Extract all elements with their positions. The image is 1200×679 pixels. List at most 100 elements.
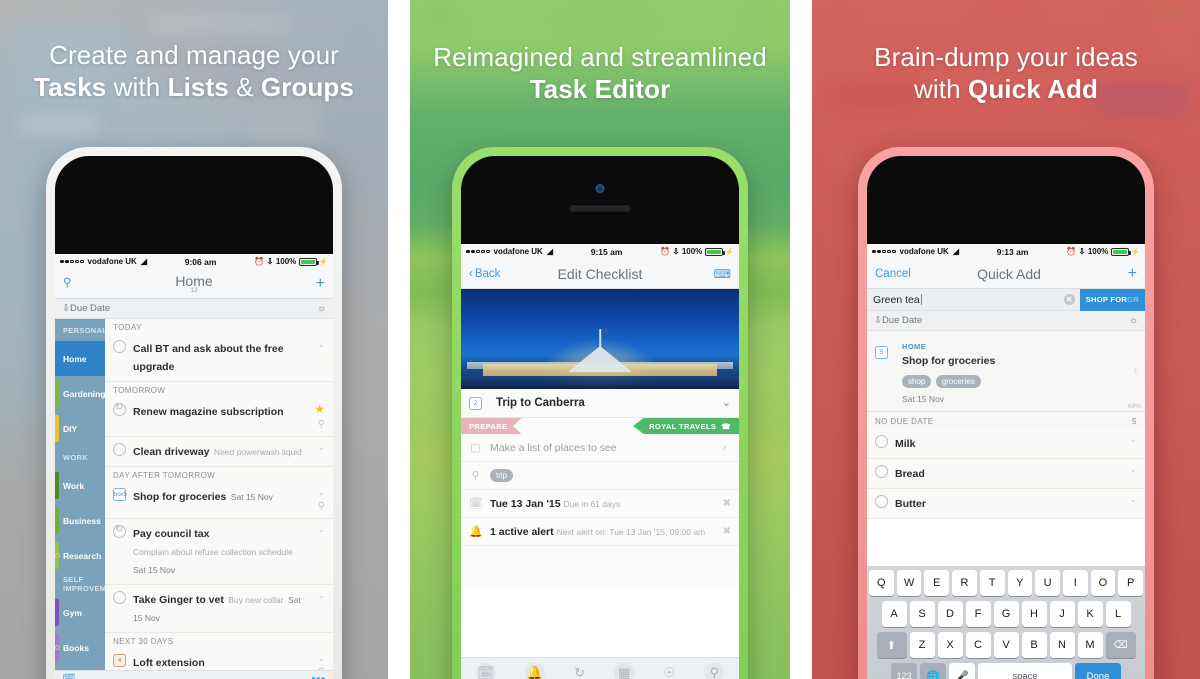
sidebar-item-diy[interactable]: DIY	[55, 411, 105, 446]
table-row[interactable]: Take Ginger to vet Buy new collar Sat 15…	[105, 585, 333, 633]
chevron-right-icon[interactable]: ›	[718, 442, 731, 454]
globe-icon[interactable]: 🌐	[920, 663, 946, 679]
key-r[interactable]: R	[952, 570, 977, 596]
key-a[interactable]: A	[881, 601, 907, 627]
quick-add-input[interactable]: Green tea	[873, 293, 1064, 306]
status-badge-prepare[interactable]: PREPARE	[461, 418, 522, 434]
tag-pill[interactable]: groceries	[935, 374, 981, 388]
list-item-notes[interactable]: ▢ Make a list of places to see ›	[461, 434, 739, 462]
sort-bar[interactable]: ⇩Due Date ☼	[867, 311, 1145, 331]
key-v[interactable]: V	[993, 632, 1019, 658]
clear-icon[interactable]: ✖	[723, 526, 731, 537]
location-icon[interactable]: ☉	[663, 665, 675, 679]
status-badge-royal-travels[interactable]: ROYAL TRAVELS ☎	[633, 418, 739, 434]
checkbox-calendar-icon[interactable]: 4	[113, 654, 126, 667]
lists-sidebar[interactable]: PERSONAL Home Gardening DIY WORK Work Bu…	[55, 319, 122, 679]
clear-icon[interactable]: ✖	[1063, 294, 1075, 305]
tag-pill[interactable]: shop	[902, 374, 932, 388]
checkbox-calendar-icon[interactable]: 2	[469, 397, 482, 410]
checkbox-circle-icon[interactable]	[113, 340, 126, 353]
key-w[interactable]: W	[896, 570, 922, 596]
key-u[interactable]: U	[1035, 570, 1060, 596]
key-q[interactable]: Q	[868, 570, 894, 596]
checkbox-calendar-icon[interactable]: box5	[113, 488, 127, 501]
repeat-icon[interactable]: ↻	[574, 665, 585, 679]
key-g[interactable]: G	[993, 601, 1019, 627]
plus-icon[interactable]: +	[1091, 265, 1137, 282]
key-s[interactable]: S	[909, 601, 935, 627]
phone-icon[interactable]: ☎	[721, 422, 731, 431]
keyboard-icon[interactable]: ⌨	[685, 267, 731, 281]
plus-icon[interactable]: +	[279, 275, 325, 292]
quick-add-field-row[interactable]: Green tea ✖ SHOP FOR GR	[867, 288, 1145, 311]
chevron-down-icon[interactable]: ⌄	[1129, 464, 1137, 474]
brightness-icon[interactable]: ☼	[1129, 315, 1138, 326]
space-key[interactable]: space	[978, 663, 1072, 679]
onscreen-keyboard[interactable]: Q W E R T Y U I O P A S D F G H J K L ⬆ …	[867, 561, 1145, 679]
checkbox-circle-icon[interactable]	[875, 434, 888, 448]
chevron-down-icon[interactable]: ⌄	[317, 524, 325, 534]
checkbox-circle-icon[interactable]	[113, 443, 126, 456]
table-row[interactable]: Butter ⌄	[867, 488, 1145, 519]
key-z[interactable]: Z	[909, 632, 935, 658]
calendar-icon[interactable]: 🗓	[475, 662, 496, 679]
microphone-icon[interactable]: 🎤	[949, 663, 975, 679]
sidebar-item-home[interactable]: Home	[55, 341, 105, 376]
key-m[interactable]: M	[1077, 632, 1103, 658]
done-key[interactable]: Done	[1075, 663, 1121, 679]
table-row[interactable]: Clean driveway Need powerwash liquid ⌄	[105, 437, 333, 467]
chevron-down-icon[interactable]: ⌄	[317, 590, 325, 600]
calendar-icon[interactable]: 🗓	[62, 673, 76, 679]
table-row[interactable]: box5 Shop for groceries Sat 15 Nov ⌄ ⚲	[105, 482, 333, 519]
key-y[interactable]: Y	[1007, 570, 1033, 596]
key-d[interactable]: D	[937, 601, 963, 627]
checkbox-circle-icon[interactable]	[113, 591, 126, 604]
chevron-down-icon[interactable]: ⌄	[317, 653, 325, 663]
backspace-icon[interactable]: ⌫	[1105, 632, 1136, 658]
checkbox-circle-icon[interactable]	[875, 464, 888, 478]
checkbox-repeat-icon[interactable]	[113, 524, 126, 538]
key-c[interactable]: C	[965, 632, 991, 658]
key-p[interactable]: P	[1118, 570, 1144, 596]
sidebar-item-business[interactable]: Business	[55, 503, 105, 538]
table-row[interactable]: Renew magazine subscription ★ ⚲	[105, 397, 333, 437]
matched-task-card[interactable]: 5 HOME Shop for groceries shop groceries…	[867, 331, 1145, 412]
key-t[interactable]: T	[979, 570, 1005, 596]
brightness-icon[interactable]: ☼	[317, 303, 326, 314]
attachment-icon[interactable]: ⚲	[704, 662, 725, 679]
list-item-alert[interactable]: 🔔 1 active alert Next alert on: Tue 13 J…	[461, 518, 739, 546]
back-button[interactable]: ‹ Back	[469, 268, 515, 280]
key-x[interactable]: X	[937, 632, 963, 658]
clear-icon[interactable]: ✖	[723, 498, 731, 509]
key-i[interactable]: I	[1062, 570, 1088, 596]
key-k[interactable]: K	[1077, 601, 1103, 627]
tag-pill[interactable]: trip	[490, 469, 514, 482]
sidebar-item-research[interactable]: Research	[55, 538, 105, 573]
checkbox-calendar-icon[interactable]: 5	[875, 346, 888, 359]
key-b[interactable]: B	[1021, 632, 1047, 658]
sort-bar[interactable]: ⇩Due Date ☼	[55, 299, 333, 319]
sidebar-item-books[interactable]: Books	[55, 630, 105, 665]
chevron-down-icon[interactable]: ⌄	[317, 487, 325, 497]
shift-icon[interactable]: ⬆	[876, 632, 907, 658]
more-dots-icon[interactable]: •••	[311, 673, 326, 679]
list-item-tags[interactable]: ⚲ trip	[461, 462, 739, 490]
list-item-due-date[interactable]: 🗓 Tue 13 Jan '15 Due in 61 days ✖	[461, 490, 739, 518]
key-o[interactable]: O	[1090, 570, 1116, 596]
task-list[interactable]: TODAY Call BT and ask about the free upg…	[105, 319, 333, 679]
numbers-key[interactable]: 123	[891, 663, 917, 679]
key-j[interactable]: J	[1049, 601, 1075, 627]
sidebar-item-gym[interactable]: Gym	[55, 595, 105, 630]
key-e[interactable]: E	[924, 570, 950, 596]
chevron-down-icon[interactable]: ⌄	[1129, 434, 1137, 444]
key-h[interactable]: H	[1021, 601, 1047, 627]
key-f[interactable]: F	[965, 601, 991, 627]
sidebar-item-work[interactable]: Work	[55, 468, 105, 503]
table-row[interactable]: Call BT and ask about the free upgrade ⌄	[105, 334, 333, 382]
chevron-down-icon[interactable]: ⌄	[722, 397, 731, 409]
chevron-down-icon[interactable]: ⌄	[1129, 494, 1137, 504]
cancel-button[interactable]: Cancel	[875, 268, 927, 280]
chevron-down-icon[interactable]: ⌄	[317, 442, 325, 452]
chevron-right-icon[interactable]: ›	[1134, 365, 1137, 375]
key-n[interactable]: N	[1049, 632, 1075, 658]
